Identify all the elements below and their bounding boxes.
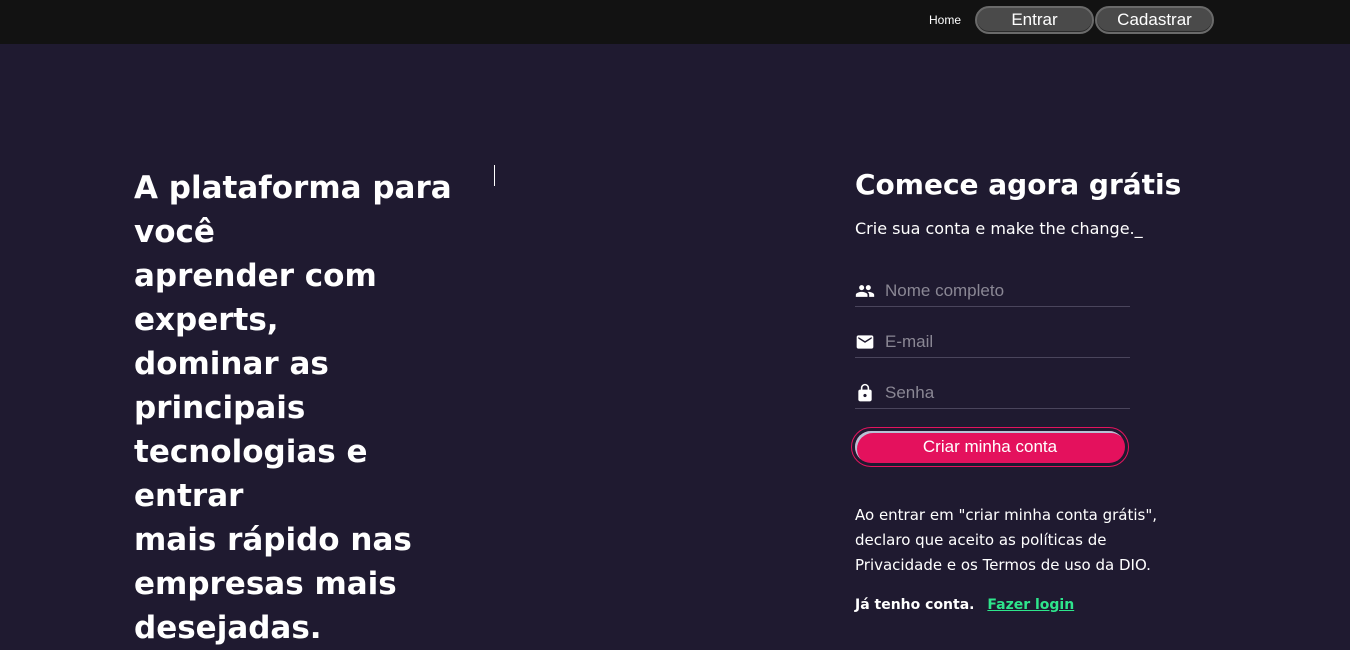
hero-line: A plataforma para [134,170,452,206]
form-subtitle: Crie sua conta e make the change._ [855,219,1143,238]
hero-line: desejadas. [134,610,322,646]
signup-button[interactable]: Cadastrar [1095,6,1214,34]
password-field [855,379,1130,409]
name-input[interactable] [885,279,1125,303]
terms-text: Ao entrar em "criar minha conta grátis",… [855,506,1158,574]
hero-headline: A plataforma para você aprender com expe… [134,166,474,650]
top-navbar: Home Entrar Cadastrar [0,0,1350,44]
lock-icon [855,383,875,403]
password-input[interactable] [885,381,1125,405]
hero-line: mais rápido nas [134,522,412,558]
have-account-label: Já tenho conta. [855,597,975,613]
hero-line: principais [134,390,306,426]
login-link[interactable]: Fazer login [987,597,1074,613]
have-account-line: Já tenho conta. Fazer login [855,597,1074,613]
hero-line: dominar as [134,346,329,382]
hero-line: tecnologias e entrar [134,434,368,514]
text-caret [494,165,495,186]
create-account-button[interactable]: Criar minha conta [855,431,1125,463]
hero-line: experts, [134,302,279,338]
nav-home-link[interactable]: Home [929,13,961,27]
email-input[interactable] [885,330,1125,354]
create-account-button-outline: Criar minha conta [851,427,1129,467]
hero-line: aprender com [134,258,377,294]
hero-line: empresas mais [134,566,397,602]
mail-icon [855,332,875,352]
people-icon [855,281,875,301]
hero-line: você [134,214,215,250]
email-field [855,328,1130,358]
login-button[interactable]: Entrar [975,6,1094,34]
name-field [855,277,1130,307]
form-title: Comece agora grátis [855,168,1182,201]
